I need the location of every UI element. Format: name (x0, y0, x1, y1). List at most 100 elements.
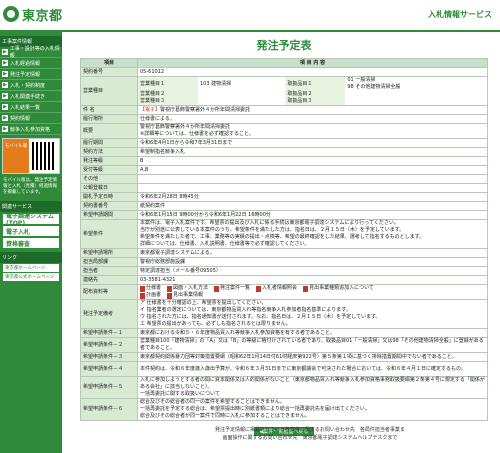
bullet-icon: ▶ (2, 126, 8, 132)
document-link[interactable]: 見出事業種類追加入について (303, 285, 374, 292)
document-link[interactable]: 入札者情報照会 (256, 285, 297, 292)
footer-text: 各局件担当者事業ま (359, 427, 405, 433)
mobile-banner[interactable]: モバイル版 (2, 138, 60, 174)
tokyo-logo[interactable]: 東京都 (3, 4, 63, 24)
sub-label: 営業種目２ (138, 91, 198, 98)
accept-rank: A,B (137, 165, 488, 175)
e-procurement-button[interactable]: 電子調達システム(TOP) (3, 213, 59, 227)
document-link[interactable]: 仕様書 (140, 285, 161, 292)
note-line: ウ 指名された方には、指名通知書が送付されます。なお、指名日は、２月１５日（木）… (140, 314, 381, 320)
footer-text: 画面操作に関するお問い合わせ先 (222, 435, 298, 441)
tokyo-homepage-link[interactable]: 東京都ホームページ (3, 264, 59, 272)
condition-line: 入札に参加しようとする者の間に資本関係又は人的関係がないこと（東京都物品買入れ等… (140, 377, 485, 390)
application-place: 東京都電子調達システムによる。 (137, 248, 488, 258)
business-subtable: 営業種目１ 103 建物清掃 取扱品目１ 01 一般清掃 98 その他建物清掃全般 営業… (138, 77, 487, 105)
order-plan-table: 項目項 目 内 容 契約番号 05-61012 営業種目 営業種目１ 103 建物清… (80, 58, 488, 421)
sidebar-item[interactable]: ▶ 入札関連手続き (0, 91, 62, 102)
condition-4: 本件契約は、令和６年度歳入歳出予算が、令和６年３月31日までに東京都議会で可決さ… (137, 361, 488, 377)
item-2 (345, 91, 487, 98)
footer-text: 東京都電子調達システムヘルプデスクまで (302, 435, 398, 441)
row-label: 発注等級 (80, 156, 138, 166)
order-rank: B (137, 156, 488, 166)
bullet-icon: ▶ (2, 82, 8, 88)
sidebar-item[interactable]: ▶ 入札経過情報 (0, 58, 62, 69)
row-label: 営業種目 (80, 76, 138, 106)
row-label: 件 名 (80, 105, 138, 115)
document-link[interactable]: 計画書 (140, 292, 161, 299)
row-label: 履行期間 (80, 138, 138, 148)
note-line: ア 仕様書を十分確認の上、希望票を提出してください。 (140, 300, 267, 306)
contract-number: 05-61012 (137, 67, 488, 77)
sidebar: 工事案件情報 ▶ 工事・設計等の入札情報 ▶ 入札経過情報 ▶ 発注予定情報 ▶ 入札・… (0, 32, 62, 453)
row-label: その他 (80, 174, 138, 184)
row-label: 希望申請条件－５ (80, 376, 138, 399)
summary: 警視庁葛飾警察署外４か所年間清掃委託 ※詳細等については、仕様書を必ず確認すること… (137, 123, 488, 139)
document-link[interactable]: 図面・入札方法 (167, 285, 208, 292)
row-label: 連絡先 (80, 275, 138, 285)
electronic-tag: 【電子】 (140, 106, 161, 113)
sidebar-item[interactable]: ▶ 工事・設計等の入札情報 (0, 46, 62, 59)
business-type-3 (198, 98, 285, 105)
footer-text: 発注予定情報に掲載されている各案件に関するお問い合わせ先 (215, 427, 355, 433)
req-line: 希望条件を満たした者で、工事、業務等の実績の提出・点検等、希望の最終確認をした結… (140, 234, 425, 240)
row-label: 希望申請期間 (80, 210, 138, 220)
sidebar-item[interactable]: ▶ 競争入札参加資格 (0, 124, 62, 135)
sidebar-item[interactable]: ▶ 契約情報 (0, 113, 62, 124)
sub-label: 取扱品目１ (285, 77, 346, 91)
sub-label: 取扱品目２ (285, 91, 346, 98)
e-bidding-button[interactable]: 電子入札 (3, 226, 59, 236)
logo-text: 東京都 (22, 8, 63, 24)
requirements: 本案件は、電子入札案件です。希望票の提出及び入札に係る手続は東京都電子調達システ… (137, 219, 488, 249)
req-line: 本案件は、電子入札案件です。希望票の提出及び入札に係る手続は東京都電子調達システ… (140, 220, 399, 226)
condition-5: 入札に参加しようとする者の間に資本関係又は人的関係がないこと（東京都物品買入れ等… (137, 376, 488, 399)
pdf-icon (256, 285, 262, 292)
period: 令和6年4月1日から令和7年3月31日まで (137, 138, 488, 148)
condition-1: 東京都における令和５・６年度物品買入れ等競争入札参加資格を有する者であること。 (137, 328, 488, 338)
bullet-icon: ▶ (2, 71, 8, 77)
summary-line: 警視庁葛飾警察署外４か所年間清掃委託 (140, 124, 231, 130)
contract-method: 希望制指名競争入札 (137, 147, 488, 157)
tokyo-official-link[interactable]: 東京都公式ホームページ (3, 273, 59, 281)
document-link[interactable]: 見出事業情報 (167, 292, 203, 299)
pdf-icon (140, 292, 145, 299)
row-label: 希望条件 (80, 219, 138, 249)
qualification-button[interactable]: 資格審査 (3, 238, 59, 248)
bullet-icon: ▶ (2, 115, 8, 121)
pdf-icon (214, 285, 220, 292)
condition-6: 総合及びその総合者の同一の案件を希望することはできません。 一括再委託を予定する総… (137, 398, 488, 421)
business-type-1: 103 建物清掃 (200, 80, 232, 87)
page-title: 発注予定表 (256, 39, 312, 52)
sidebar-item[interactable]: ▶ 発注予定情報 (0, 69, 62, 80)
row-label: 発注予定備考 (80, 299, 138, 329)
application-period: 令和6年1月15日 9時00分から令和6年1月22日 16時00分 (137, 210, 488, 220)
condition-line: 一括再委託を予定する総合は、希望票提出時に別紙書類により総合一括再委託先を届け出… (140, 406, 370, 412)
row-label: 履行場所 (80, 114, 138, 124)
notice-date (137, 183, 488, 193)
bullet-icon: ▶ (2, 49, 8, 55)
req-line: 当庁が別途に公表している本案件のうち、希望条件を満たした方は、指名日は、２月１５… (140, 227, 405, 233)
tokyo-emblem-icon (3, 6, 19, 22)
condition-3: 東京都契約関係暴力団等対策措置要綱（昭和62年1月14日付61財経庶第922号）… (137, 352, 488, 362)
row-label: 希望申請条件－６ (80, 398, 138, 421)
document-link[interactable]: 発注案件一覧 (214, 285, 250, 292)
item-3 (345, 98, 487, 105)
sidebar-item[interactable]: ▶ 入札結果一覧 (0, 102, 62, 113)
row-label: 契約番号 (80, 67, 138, 77)
row-label: 公報登載日 (80, 183, 138, 193)
note-line: イ 指名業者の選定については、東京都物品買入れ等指名競争入札参加者指名基準により… (140, 307, 351, 313)
mobile-label: モバイル版 (3, 139, 29, 173)
note-line: エ 希望票の提出があっても、必ずしも指名されるとは限りません。 (140, 321, 291, 327)
row-label: 受付等級 (80, 165, 138, 175)
contact-person: 特定調達担当（メール番号09505） (137, 266, 488, 276)
item-1b: 98 その他建物清掃全般 (347, 84, 401, 90)
row-label: 契約書番号 (80, 201, 138, 211)
condition-line: 一括再委託に関する取扱いについて (140, 391, 220, 397)
contract-doc: 紙契約案件 (137, 201, 488, 211)
req-line: 詳細については、仕様書、入札説明書、仕様書等で必ず確認してください。 (140, 241, 310, 247)
project-name: 【電子】警視庁葛飾警察署外４か所年間清掃委託 (137, 105, 488, 115)
header-content: 項 目 内 容 (137, 58, 488, 68)
site-header: 東京都 入札情報サービス (0, 0, 500, 32)
condition-2: 営業種目100「建物清掃」の「A」又は「B」の等級に格付けされている者であり、取… (137, 337, 488, 353)
order-notes: ア 仕様書を十分確認の上、希望票を提出してください。イ 指名業者の選定については… (137, 299, 488, 329)
sidebar-item[interactable]: ▶ 入札・契約制度 (0, 80, 62, 91)
